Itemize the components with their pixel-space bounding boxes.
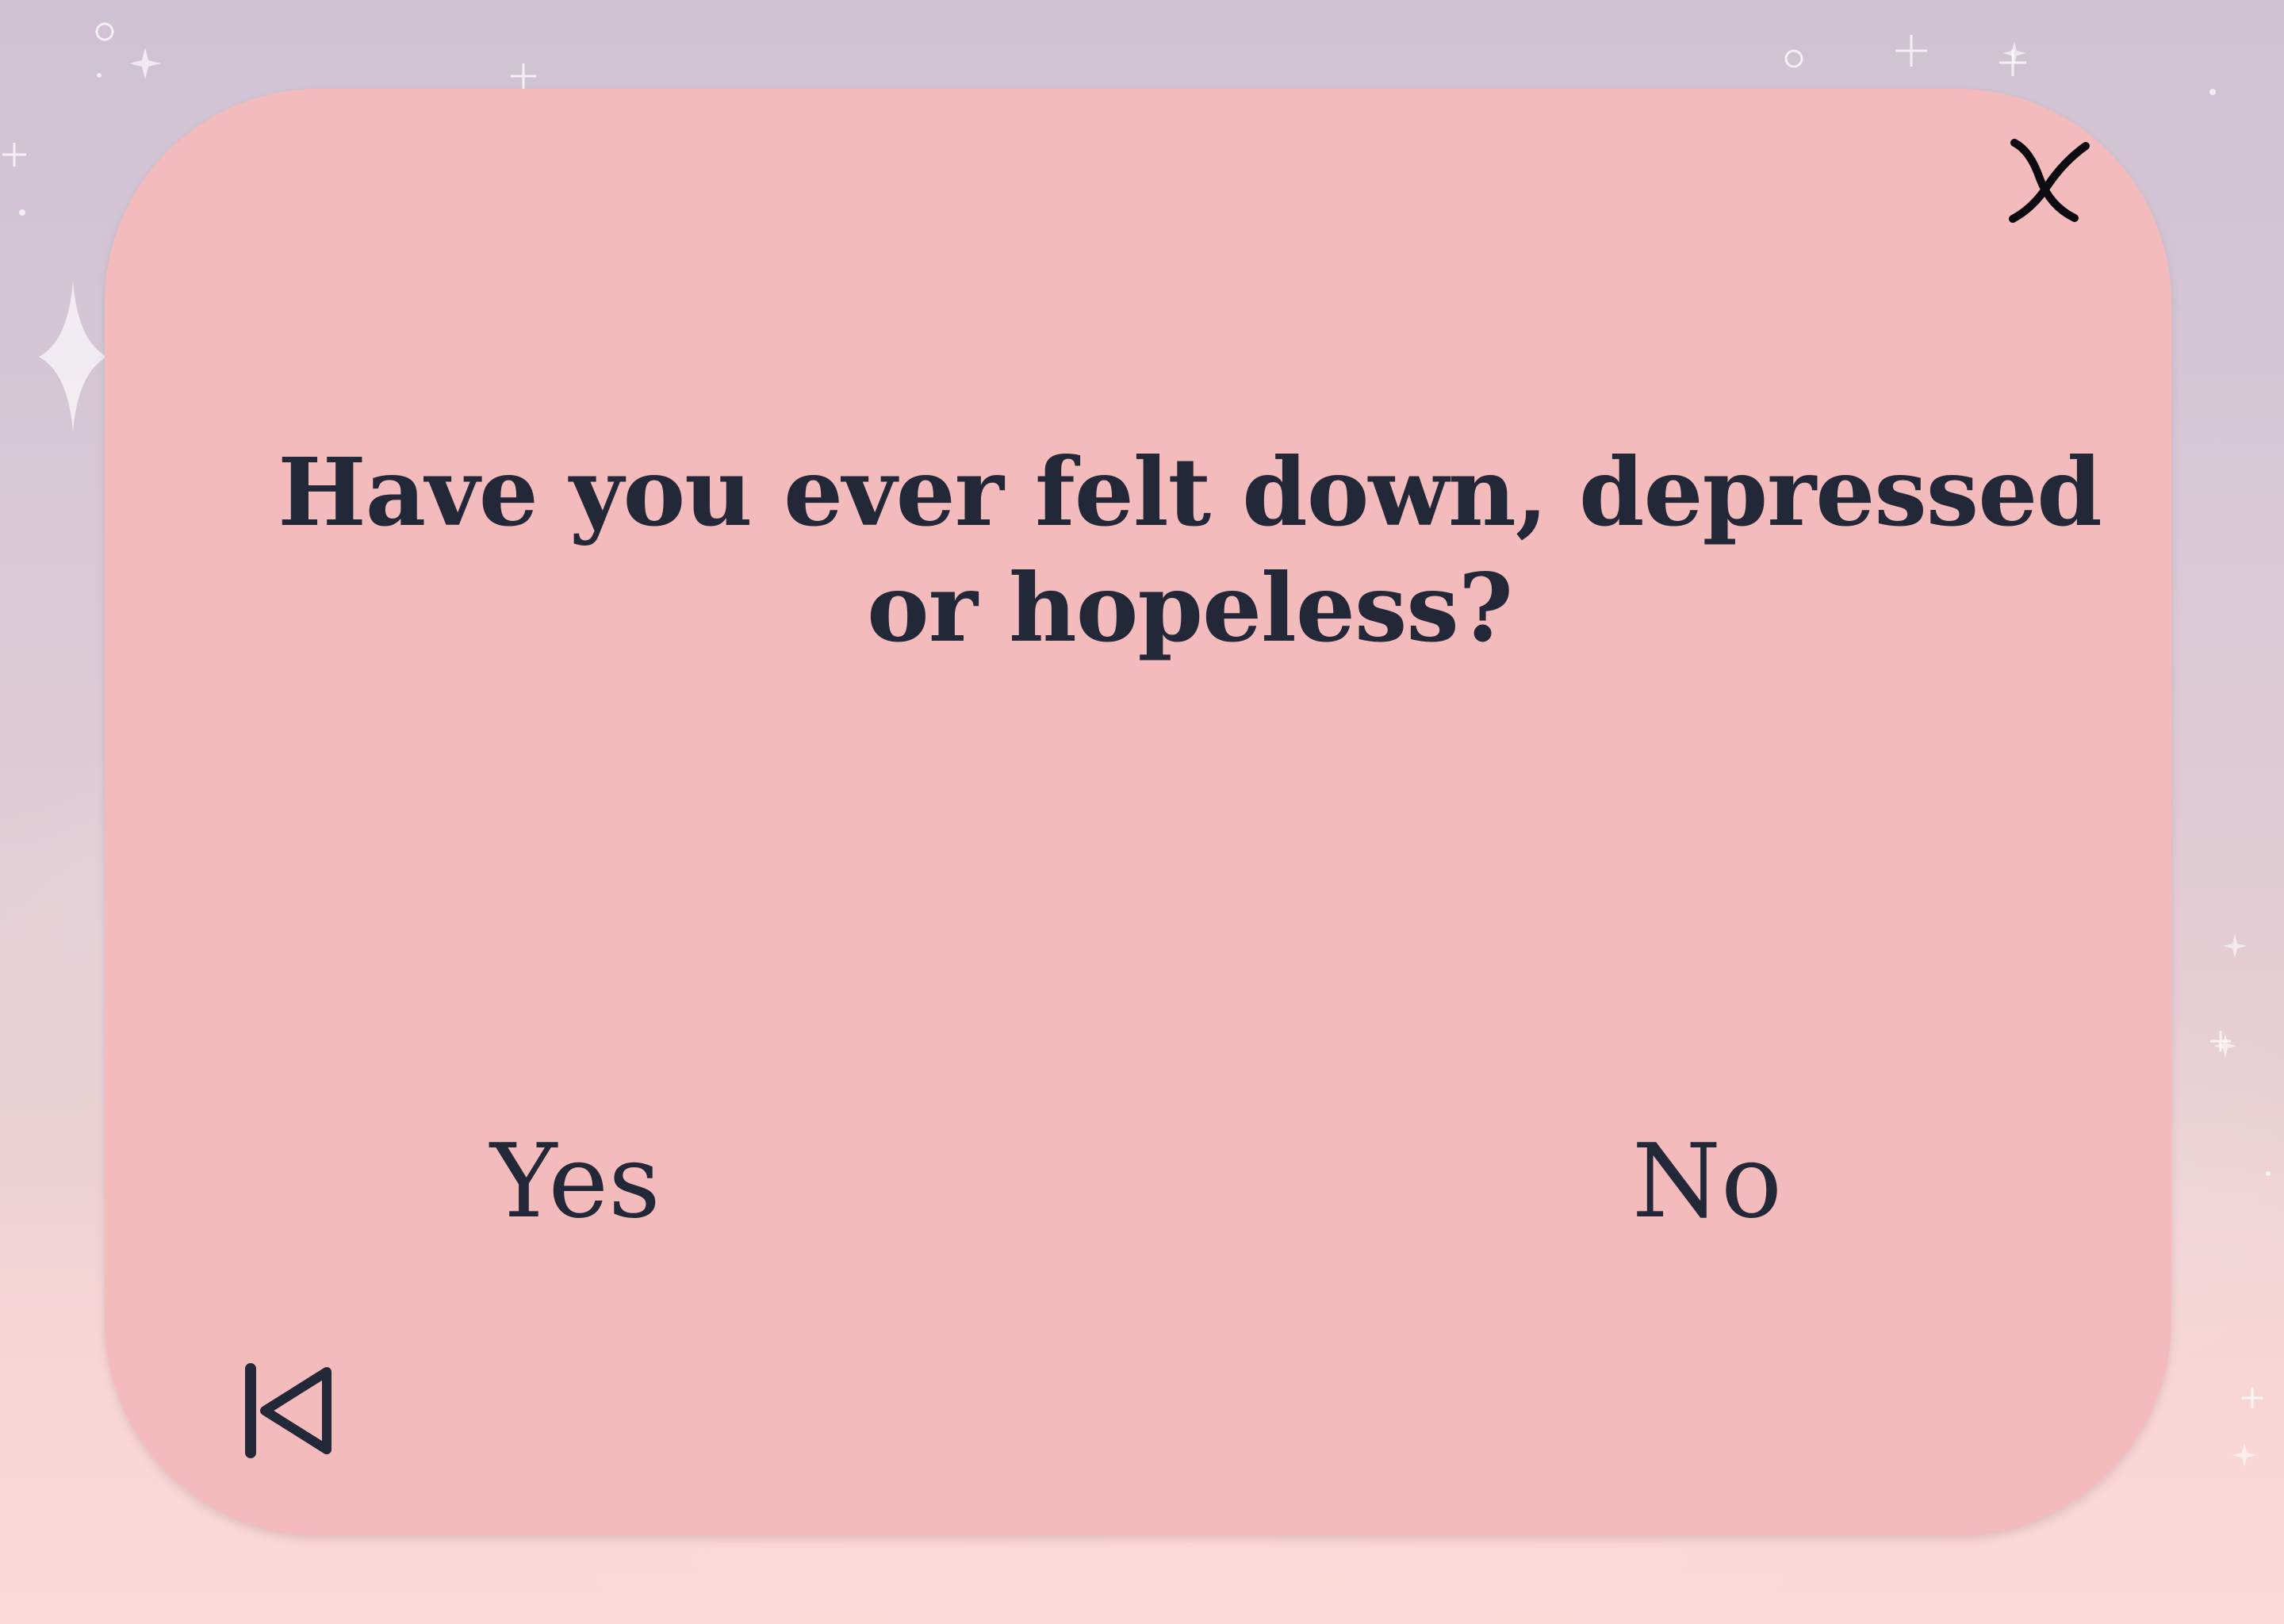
question-text: Have you ever felt down, depressed or ho… xyxy=(278,437,2102,663)
question-dialog xyxy=(105,89,2171,1535)
close-button[interactable] xyxy=(2006,135,2094,230)
skip-back-icon xyxy=(245,1363,331,1458)
close-x-icon xyxy=(2009,139,2090,223)
no-button[interactable]: No xyxy=(1632,1123,1782,1242)
yes-button[interactable]: Yes xyxy=(490,1123,661,1242)
back-button[interactable] xyxy=(235,1358,343,1465)
